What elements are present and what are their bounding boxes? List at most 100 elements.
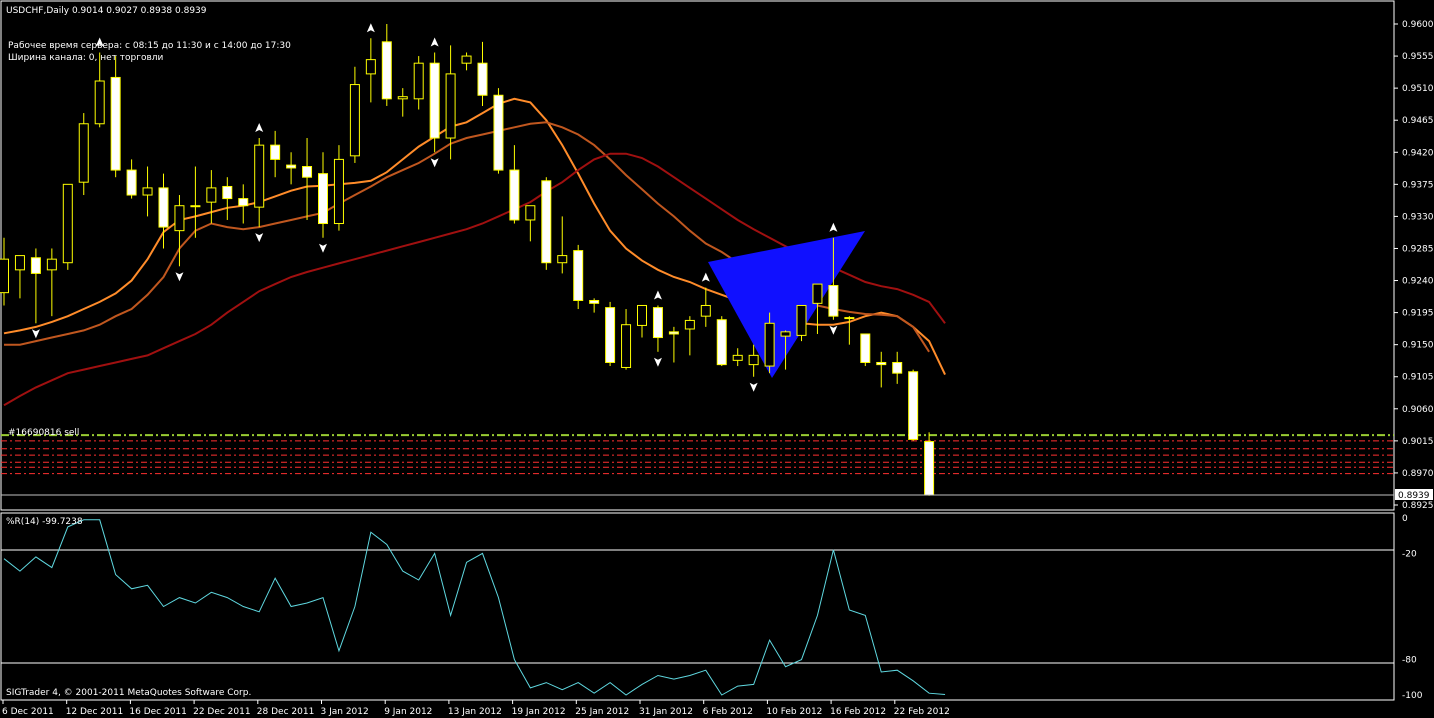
date-tick-label: 22 Dec 2011 (193, 707, 251, 717)
price-tick-label: 0.9105 (1402, 373, 1434, 383)
date-tick-label: 13 Jan 2012 (448, 707, 502, 717)
wpr-tick-label: -80 (1402, 656, 1417, 666)
candle-body (573, 250, 584, 301)
price-tick-label: 0.8925 (1402, 501, 1434, 511)
date-tick-label: 19 Jan 2012 (512, 707, 566, 717)
price-tag: 0.8939 (1398, 491, 1430, 501)
candle-body (381, 41, 392, 100)
candle-body (764, 322, 775, 367)
candle-body (238, 198, 249, 207)
candle-body (365, 59, 376, 75)
price-tick-label: 0.9465 (1402, 116, 1434, 126)
price-tick-label: 0.9150 (1402, 341, 1434, 351)
price-tick-label: 0.9600 (1402, 20, 1434, 30)
candle-body (333, 158, 344, 225)
candle-body (206, 187, 217, 203)
candle-body (668, 331, 679, 335)
candle-body (30, 257, 41, 274)
candle-body (429, 62, 440, 139)
candle-body (716, 319, 727, 366)
candle-body (605, 307, 616, 363)
candle-body (14, 255, 25, 271)
indicator-panel[interactable] (0, 512, 1395, 701)
price-tick-label: 0.9420 (1402, 148, 1434, 158)
price-tick-label: 0.9510 (1402, 84, 1434, 94)
candle-body (541, 180, 552, 264)
candle-body (637, 304, 647, 326)
date-tick-label: 25 Jan 2012 (575, 707, 629, 717)
wpr-axis: 0 -20 -80 -100 (1402, 514, 1423, 701)
symbol-info: USDCHF,Daily 0.9014 0.9027 0.8938 0.8939 (6, 6, 207, 16)
price-tick-label: 0.9375 (1402, 180, 1434, 190)
candle-body (445, 73, 456, 139)
date-tick-label: 6 Dec 2011 (2, 707, 54, 717)
price-tick-label: 0.9285 (1402, 244, 1434, 254)
candle-body (302, 166, 313, 178)
candle-body (78, 123, 89, 183)
price-tick-label: 0.8970 (1402, 469, 1434, 479)
wpr-tick-label: 0 (1402, 514, 1408, 524)
server-time-text: Рабочее время сервера: с 08:15 до 11:30 … (8, 41, 291, 51)
candle-body (110, 76, 121, 171)
candle-body (732, 354, 743, 361)
candle-body (461, 55, 472, 64)
candle-body (46, 258, 57, 271)
price-tick-label: 0.9060 (1402, 405, 1434, 415)
candle-body (876, 361, 887, 366)
candle-body (860, 333, 871, 363)
order-label[interactable]: #16690816 sell (8, 428, 79, 438)
candle-body (397, 96, 408, 100)
price-tick-label: 0.9240 (1402, 277, 1434, 287)
candle-body (222, 185, 233, 200)
candle-body (286, 164, 297, 169)
candle-body (493, 94, 504, 171)
price-tick-label: 0.9015 (1402, 437, 1434, 447)
candle-body (828, 285, 839, 317)
candle-body (525, 205, 536, 221)
date-tick-label: 22 Feb 2012 (894, 707, 950, 717)
candle-body (158, 187, 169, 228)
price-tick-label: 0.9330 (1402, 212, 1434, 222)
date-tick-label: 12 Dec 2011 (66, 707, 124, 717)
candle-body (254, 144, 265, 208)
copyright-text: SIGTrader 4, © 2001-2011 MetaQuotes Soft… (6, 688, 251, 698)
candle-body (94, 80, 105, 125)
date-tick-label: 6 Feb 2012 (703, 707, 753, 717)
indicator-label: %R(14) -99.7238 (6, 517, 83, 527)
candle-body (652, 307, 663, 339)
trading-chart[interactable]: 0.9600 0.9555 0.9510 0.9465 0.9420 0.9375 0.93… (0, 0, 1434, 718)
candle-body (142, 187, 153, 196)
date-tick-label: 10 Feb 2012 (766, 707, 822, 717)
candle-body (621, 324, 632, 368)
candle-body (477, 62, 488, 96)
candle-body (190, 205, 201, 208)
price-tick-label: 0.9555 (1402, 52, 1434, 62)
candle-body (126, 169, 137, 196)
candle-body (62, 183, 73, 264)
date-tick-label: 28 Dec 2011 (257, 707, 315, 717)
candle-body (908, 371, 919, 440)
price-panel[interactable] (0, 0, 1395, 511)
candle-body (892, 361, 903, 374)
wpr-tick-label: -20 (1402, 549, 1417, 559)
price-axis: 0.9600 0.9555 0.9510 0.9465 0.9420 0.9375 0.93… (1394, 20, 1434, 511)
candle-body (349, 84, 360, 157)
candle-body (174, 205, 185, 232)
date-tick-label: 3 Jan 2012 (321, 707, 369, 717)
candle-body (780, 331, 791, 337)
candle-body (684, 319, 695, 330)
candle-body (924, 441, 935, 496)
date-tick-label: 16 Dec 2011 (129, 707, 187, 717)
candle-body (413, 62, 424, 100)
candle-body (509, 169, 520, 221)
candle-body (700, 304, 711, 317)
candle-body (589, 299, 600, 304)
wpr-tick-label: -100 (1402, 691, 1423, 701)
candle-body (0, 258, 9, 294)
date-tick-label: 31 Jan 2012 (639, 707, 693, 717)
candle-body (557, 255, 568, 264)
date-axis: 6 Dec 2011 12 Dec 2011 16 Dec 2011 22 Dec 2… (2, 700, 950, 717)
candle-body (796, 304, 807, 336)
candle-body (318, 173, 328, 225)
date-tick-label: 16 Feb 2012 (830, 707, 886, 717)
